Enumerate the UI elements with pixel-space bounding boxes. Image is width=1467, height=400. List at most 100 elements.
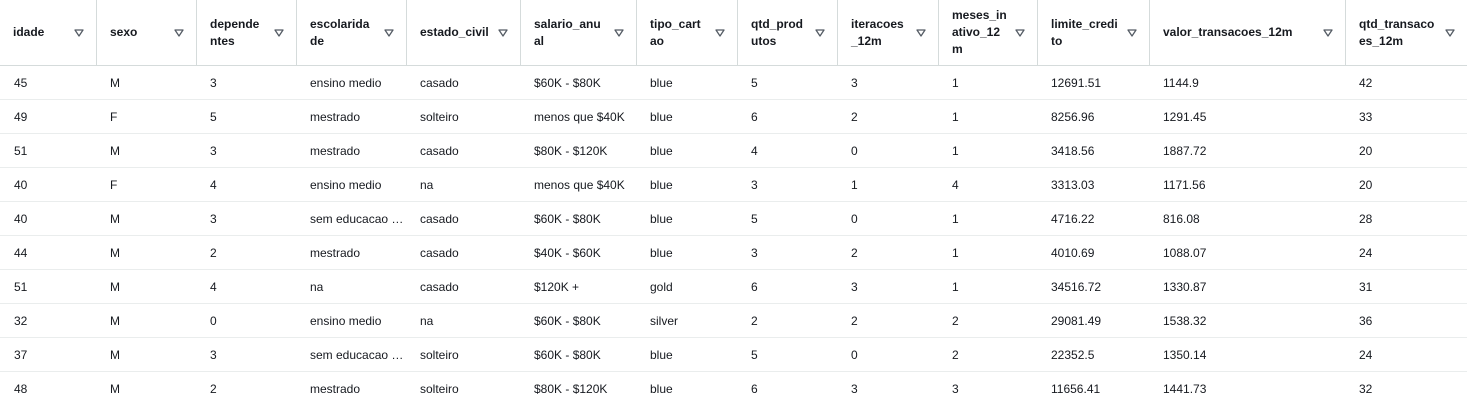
table-cell-salario-anual: $120K + bbox=[520, 269, 636, 304]
table-cell-tipo-cartao: blue bbox=[636, 337, 737, 372]
table-cell-estado-civil: casado bbox=[406, 65, 520, 100]
column-header-label: tipo_cartao bbox=[650, 16, 701, 48]
table-cell-iteracoes-12m: 3 bbox=[837, 269, 938, 304]
table-cell-valor-transacoes-12m: 1330.87 bbox=[1149, 269, 1345, 304]
table-cell-escolaridade: sem educacao formal bbox=[296, 337, 406, 372]
column-header-label: salario_anual bbox=[534, 16, 601, 48]
column-header-inner[interactable]: meses_inativo_12m bbox=[938, 0, 1037, 65]
column-header-inner[interactable]: qtd_produtos bbox=[737, 0, 837, 65]
table-cell-limite-credito: 3418.56 bbox=[1037, 133, 1149, 168]
sort-triangle-down-icon[interactable] bbox=[1015, 28, 1025, 38]
column-header-label: estado_civil bbox=[420, 25, 489, 39]
table-cell-meses-inativo-12m: 1 bbox=[938, 65, 1037, 100]
table-cell-idade: 40 bbox=[0, 201, 96, 236]
sort-triangle-down-icon[interactable] bbox=[274, 28, 284, 38]
table-row: 51 M 3 mestrado casado $80K - $120K blue 4 0 1 341… bbox=[0, 133, 1467, 168]
sort-triangle-down-icon[interactable] bbox=[916, 28, 926, 38]
sort-triangle-down-icon[interactable] bbox=[1323, 28, 1333, 38]
sort-triangle-down-icon[interactable] bbox=[384, 28, 394, 38]
sort-triangle-down-icon[interactable] bbox=[74, 28, 84, 38]
table-cell-estado-civil: casado bbox=[406, 235, 520, 270]
column-header-inner[interactable]: estado_civil bbox=[406, 0, 520, 65]
table-cell-salario-anual: $80K - $120K bbox=[520, 133, 636, 168]
column-header-inner[interactable]: escolaridade bbox=[296, 0, 406, 65]
column-header-inner[interactable]: idade bbox=[0, 0, 96, 65]
table-cell-idade: 51 bbox=[0, 133, 96, 168]
table-cell-sexo: F bbox=[96, 99, 196, 134]
table-cell-estado-civil: na bbox=[406, 167, 520, 202]
column-header-valor-transacoes-12m[interactable]: valor_transacoes_12m bbox=[1149, 0, 1345, 66]
table-cell-limite-credito: 4716.22 bbox=[1037, 201, 1149, 236]
sort-triangle-down-icon[interactable] bbox=[498, 28, 508, 38]
table-cell-iteracoes-12m: 0 bbox=[837, 201, 938, 236]
table-cell-meses-inativo-12m: 2 bbox=[938, 303, 1037, 338]
column-header-escolaridade[interactable]: escolaridade bbox=[296, 0, 406, 66]
table-cell-escolaridade: mestrado bbox=[310, 381, 361, 396]
table-cell-qtd-produtos: 6 bbox=[751, 381, 758, 396]
table-cell-estado-civil: solteiro bbox=[406, 99, 520, 134]
table-cell-qtd-produtos: 6 bbox=[737, 269, 837, 304]
table-cell-sexo: M bbox=[96, 235, 196, 270]
column-header-qtd-transacoes-12m[interactable]: qtd_transacoes_12m bbox=[1345, 0, 1467, 66]
column-header-inner[interactable]: sexo bbox=[96, 0, 196, 65]
sort-triangle-down-icon[interactable] bbox=[1127, 28, 1137, 38]
table-cell-escolaridade: mestrado bbox=[296, 133, 406, 168]
table-cell-limite-credito: 11656.41 bbox=[1051, 381, 1101, 396]
table-cell-estado-civil: solteiro bbox=[420, 381, 459, 396]
table-row: 37M3sem educacao formalsolteiro$60K - $8… bbox=[0, 337, 1467, 372]
column-header-dependentes[interactable]: dependentes bbox=[196, 0, 296, 66]
column-header-qtd-produtos[interactable]: qtd_produtos bbox=[737, 0, 837, 66]
table-cell-dependentes: 5 bbox=[196, 99, 296, 134]
table-cell-limite-credito: 3313.03 bbox=[1037, 167, 1149, 202]
table-row: 44 M 2 mestrado casado $40K - $60K blue 3 2 1 4010… bbox=[0, 235, 1467, 270]
column-header-inner[interactable]: tipo_cartao bbox=[636, 0, 737, 65]
table-cell-valor-transacoes-12m: 1441.73 bbox=[1163, 381, 1207, 396]
table-row: 49 F 5 mestrado solteiro menos que $40K blue 6 2… bbox=[0, 99, 1467, 134]
table-cell-idade: 32 bbox=[0, 303, 96, 338]
column-header-inner[interactable]: valor_transacoes_12m bbox=[1149, 0, 1345, 65]
table-cell-iteracoes-12m: 0 bbox=[837, 133, 938, 168]
column-header-inner[interactable]: qtd_transacoes_12m bbox=[1345, 0, 1467, 65]
table-cell-tipo-cartao: blue bbox=[636, 167, 737, 202]
table-cell-iteracoes-12m: 2 bbox=[837, 99, 938, 134]
table-cell-qtd-produtos: 2 bbox=[737, 303, 837, 338]
column-header-estado-civil[interactable]: estado_civil bbox=[406, 0, 520, 66]
table-cell-dependentes: 4 bbox=[196, 167, 296, 202]
column-header-inner[interactable]: limite_credito bbox=[1037, 0, 1149, 65]
table-cell-sexo: M bbox=[96, 269, 196, 304]
column-header-label: iteracoes_12m bbox=[851, 16, 904, 48]
table-cell-salario-anual: $80K - $120K bbox=[534, 381, 608, 396]
table-cell-escolaridade: mestrado bbox=[296, 99, 406, 134]
table-cell-estado-civil: casado bbox=[406, 269, 520, 304]
table-cell-sexo: M bbox=[96, 133, 196, 168]
column-header-iteracoes-12m[interactable]: iteracoes_12m bbox=[837, 0, 938, 66]
table-cell-tipo-cartao: blue bbox=[636, 235, 737, 270]
sort-triangle-down-icon[interactable] bbox=[1445, 28, 1455, 38]
table-cell-valor-transacoes-12m: 1144.9 bbox=[1149, 65, 1345, 100]
table-cell-idade: 40 bbox=[0, 167, 96, 202]
table-cell-tipo-cartao: blue bbox=[636, 133, 737, 168]
table-cell-dependentes: 4 bbox=[196, 269, 296, 304]
column-header-tipo-cartao[interactable]: tipo_cartao bbox=[636, 0, 737, 66]
column-header-inner[interactable]: iteracoes_12m bbox=[837, 0, 938, 65]
table-cell-dependentes: 2 bbox=[196, 235, 296, 270]
table-cell-limite-credito: 29081.49 bbox=[1037, 303, 1149, 338]
table-cell-iteracoes-12m: 2 bbox=[837, 235, 938, 270]
table-cell-qtd-produtos: 5 bbox=[737, 65, 837, 100]
column-header-meses-inativo-12m[interactable]: meses_inativo_12m bbox=[938, 0, 1037, 66]
table-cell-sexo: M bbox=[96, 303, 196, 338]
sort-triangle-down-icon[interactable] bbox=[614, 28, 624, 38]
sort-triangle-down-icon[interactable] bbox=[715, 28, 725, 38]
table-cell-limite-credito: 12691.51 bbox=[1037, 65, 1149, 100]
column-header-sexo[interactable]: sexo bbox=[96, 0, 196, 66]
column-header-idade[interactable]: idade bbox=[0, 0, 96, 66]
column-header-limite-credito[interactable]: limite_credito bbox=[1037, 0, 1149, 66]
sort-triangle-down-icon[interactable] bbox=[174, 28, 184, 38]
column-header-inner[interactable]: salario_anual bbox=[520, 0, 636, 65]
sort-triangle-down-icon[interactable] bbox=[815, 28, 825, 38]
column-header-inner[interactable]: dependentes bbox=[196, 0, 296, 65]
table-cell-qtd-transacoes-12m: 33 bbox=[1345, 99, 1467, 134]
table-cell-escolaridade: sem educacao formal bbox=[296, 201, 406, 236]
table-cell-valor-transacoes-12m: 1887.72 bbox=[1149, 133, 1345, 168]
column-header-salario-anual[interactable]: salario_anual bbox=[520, 0, 636, 66]
